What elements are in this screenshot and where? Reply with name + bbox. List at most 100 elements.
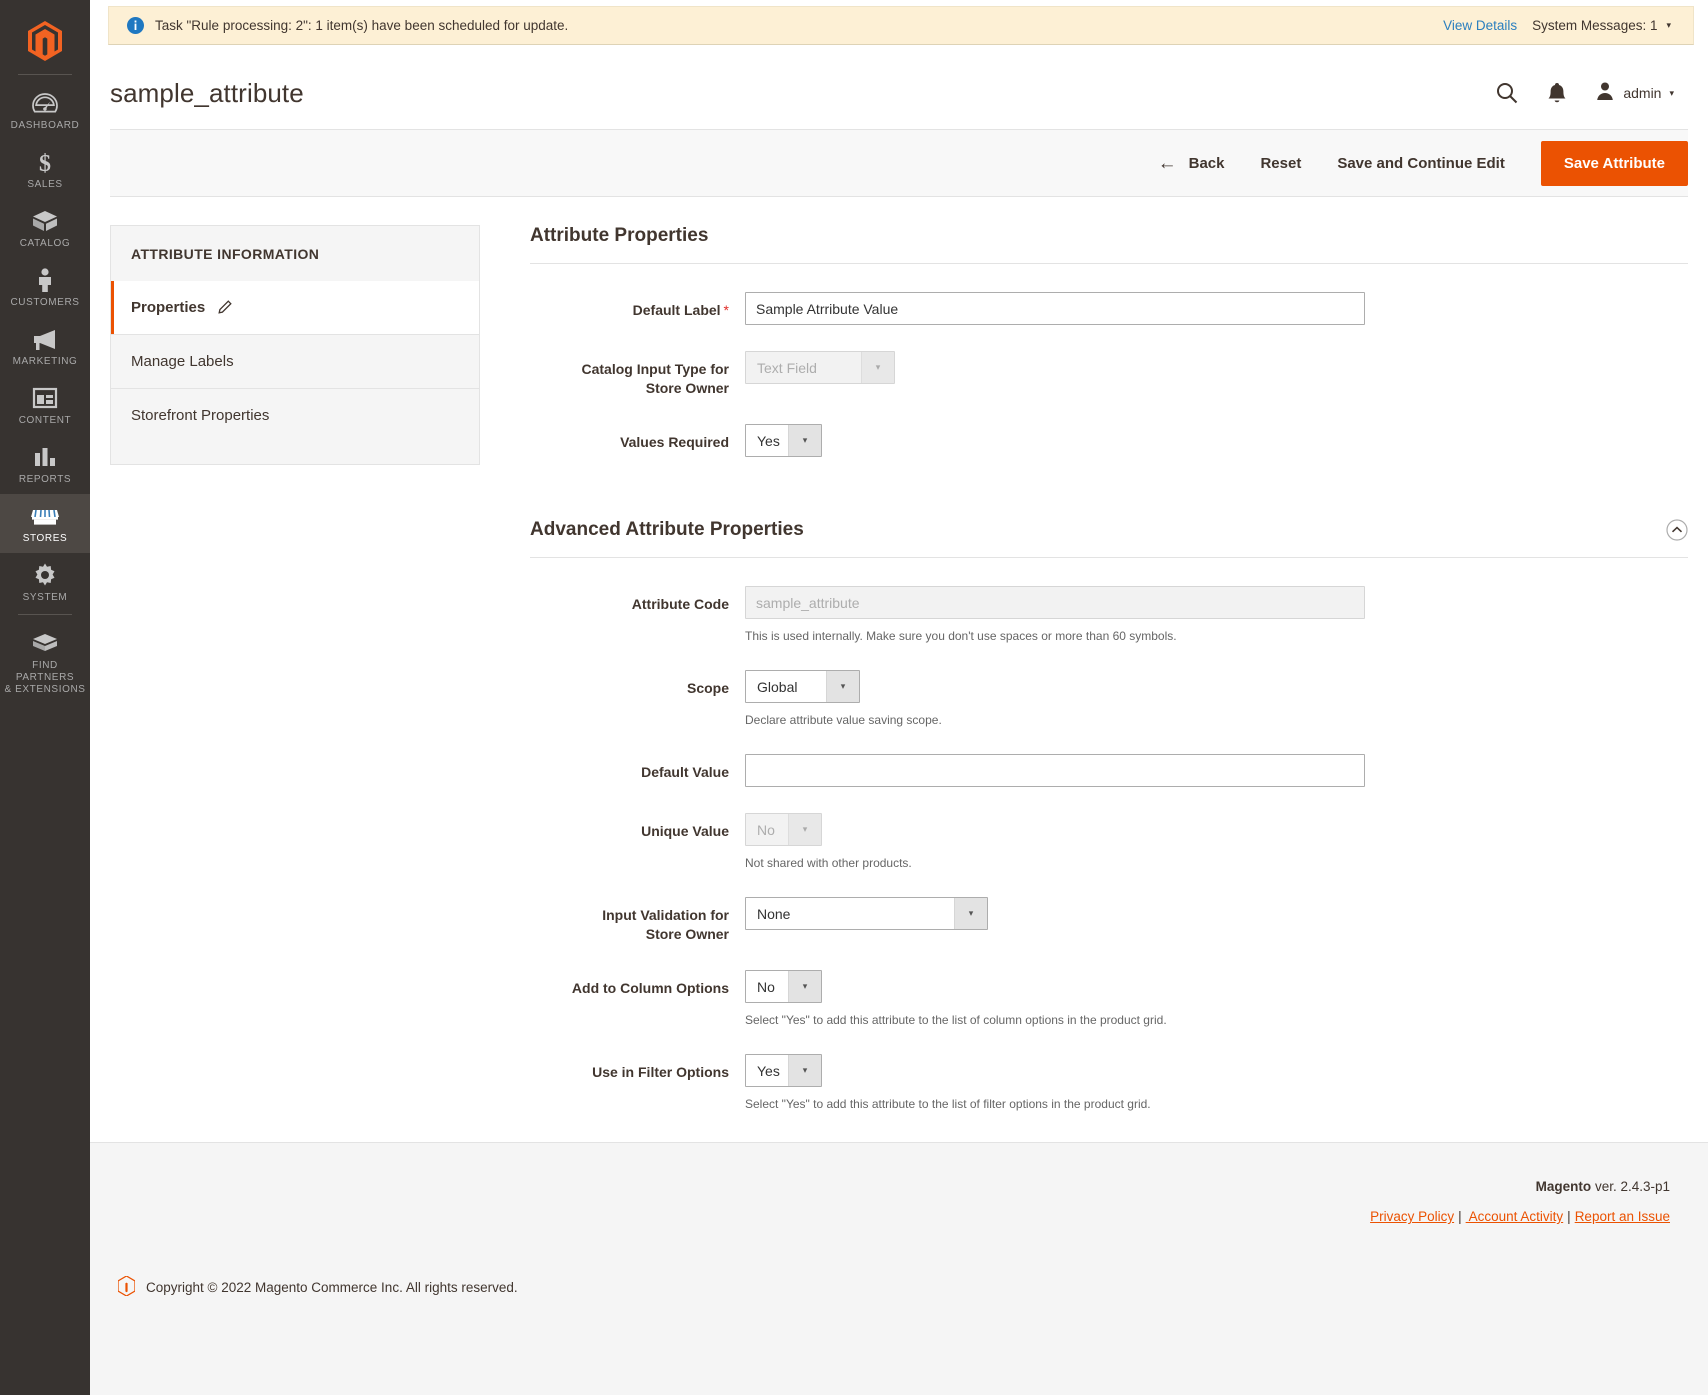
tab-storefront-properties-label: Storefront Properties (131, 407, 269, 424)
magento-logo[interactable] (28, 10, 62, 72)
label-line-2: Store Owner (646, 380, 729, 396)
chevron-down-icon: ▾ (861, 352, 894, 383)
unique-value-control: No ▾ Not shared with other products. (745, 813, 1688, 871)
sidebar-item-content[interactable]: Content (0, 376, 90, 435)
required-asterisk: * (724, 302, 729, 318)
save-and-continue-edit-button[interactable]: Save and Continue Edit (1319, 147, 1523, 180)
select-value: Yes (746, 425, 788, 456)
label-line-1: Catalog Input Type for (581, 361, 729, 377)
chevron-down-icon[interactable]: ▾ (1666, 20, 1671, 31)
field-default-value: Default Value (530, 754, 1688, 787)
admin-menu[interactable]: admin ▾ (1595, 81, 1674, 106)
tab-manage-labels[interactable]: Manage Labels (111, 334, 479, 388)
add-to-column-options-note: Select "Yes" to add this attribute to th… (745, 1012, 1688, 1028)
default-value-input[interactable] (745, 754, 1365, 787)
add-to-column-options-control: No ▾ Select "Yes" to add this attribute … (745, 970, 1688, 1028)
scope-select[interactable]: Global ▾ (745, 670, 860, 703)
catalog-input-type-control: Text Field ▾ (745, 351, 1688, 398)
values-required-select[interactable]: Yes ▾ (745, 424, 822, 457)
search-icon[interactable] (1495, 81, 1519, 105)
back-arrow-icon: ← (1158, 154, 1177, 173)
magento-footer-icon (118, 1276, 135, 1299)
reset-button[interactable]: Reset (1242, 147, 1319, 180)
sidebar-item-find-partners-extensions[interactable]: Find Partners & Extensions (0, 621, 90, 704)
footer-link-divider: | (1458, 1209, 1462, 1224)
add-to-column-options-select[interactable]: No ▾ (745, 970, 822, 1003)
unique-value-label: Unique Value (530, 813, 745, 871)
field-add-to-column-options: Add to Column Options No ▾ Select "Yes" … (530, 970, 1688, 1028)
select-value: No (746, 814, 788, 845)
privacy-policy-link[interactable]: Privacy Policy (1370, 1209, 1454, 1224)
save-attribute-button[interactable]: Save Attribute (1541, 141, 1688, 186)
select-value: No (746, 971, 788, 1002)
field-scope: Scope Global ▾ Declare attribute value s… (530, 670, 1688, 728)
system-message-bar: Task "Rule processing: 2": 1 item(s) hav… (108, 6, 1694, 45)
bell-icon[interactable] (1547, 81, 1567, 105)
layout-icon (32, 385, 58, 411)
sidebar-item-reports[interactable]: Reports (0, 435, 90, 494)
default-value-label: Default Value (530, 754, 745, 787)
report-an-issue-link[interactable]: Report an Issue (1575, 1209, 1670, 1224)
sidebar-item-sales[interactable]: $ Sales (0, 140, 90, 199)
scope-note: Declare attribute value saving scope. (745, 712, 1688, 728)
attribute-information-panel: Attribute Information Properties Manage … (110, 225, 480, 1153)
back-button[interactable]: ← Back (1140, 146, 1243, 181)
field-unique-value: Unique Value No ▾ Not shared with other … (530, 813, 1688, 871)
attribute-information-tabs: Properties Manage Labels Storefront Prop… (110, 281, 480, 465)
megaphone-icon (31, 326, 59, 352)
admin-page: Dashboard $ Sales Catalog Customers Mark… (0, 0, 1708, 1395)
field-attribute-code: Attribute Code This is used internally. … (530, 586, 1688, 644)
chevron-up-circle-icon[interactable] (1666, 519, 1688, 541)
sidebar-item-dashboard[interactable]: Dashboard (0, 81, 90, 140)
system-messages-counter[interactable]: System Messages: 1 (1532, 18, 1657, 33)
sidebar: Dashboard $ Sales Catalog Customers Mark… (0, 0, 90, 1395)
sidebar-item-label: Dashboard (11, 120, 80, 132)
use-in-filter-options-label: Use in Filter Options (530, 1054, 745, 1112)
sidebar-item-system[interactable]: System (0, 553, 90, 612)
input-validation-control: None ▾ (745, 897, 1688, 944)
partners-box-icon (31, 630, 59, 656)
section-title-label: Advanced Attribute Properties (530, 519, 804, 541)
default-label-input[interactable] (745, 292, 1365, 325)
sidebar-item-catalog[interactable]: Catalog (0, 199, 90, 258)
sidebar-item-label: Customers (10, 297, 79, 309)
values-required-label: Values Required (530, 424, 745, 457)
sidebar-item-stores[interactable]: Stores (0, 494, 90, 553)
input-validation-label: Input Validation for Store Owner (530, 897, 745, 944)
info-icon (127, 17, 144, 34)
tab-storefront-properties[interactable]: Storefront Properties (111, 388, 479, 442)
footer-link-divider: | (1567, 1209, 1571, 1224)
attribute-code-input (745, 586, 1365, 619)
sidebar-item-customers[interactable]: Customers (0, 258, 90, 317)
input-validation-select[interactable]: None ▾ (745, 897, 988, 930)
field-default-label: Default Label* (530, 292, 1688, 325)
use-in-filter-options-select[interactable]: Yes ▾ (745, 1054, 822, 1087)
account-activity-link[interactable]: Account Activity (1466, 1209, 1564, 1224)
gear-icon (32, 562, 58, 588)
tab-properties[interactable]: Properties (111, 281, 479, 334)
catalog-input-type-select: Text Field ▾ (745, 351, 895, 384)
page-header: sample_attribute admin ▾ (90, 45, 1708, 117)
select-value: Text Field (746, 352, 861, 383)
attribute-code-control: This is used internally. Make sure you d… (745, 586, 1688, 644)
view-details-link[interactable]: View Details (1443, 18, 1517, 33)
tab-properties-label: Properties (131, 299, 205, 316)
footer-copyright-text: Copyright © 2022 Magento Commerce Inc. A… (146, 1280, 518, 1295)
page-footer: Copyright © 2022 Magento Commerce Inc. A… (90, 1142, 1708, 1395)
store-icon (30, 503, 60, 529)
sidebar-item-label: Catalog (20, 238, 71, 250)
scope-label: Scope (530, 670, 745, 728)
unique-value-select: No ▾ (745, 813, 822, 846)
admin-name-label: admin (1623, 85, 1661, 101)
sidebar-item-marketing[interactable]: Marketing (0, 317, 90, 376)
back-button-label: Back (1189, 155, 1225, 172)
chevron-down-icon: ▾ (954, 898, 987, 929)
footer-version-label: ver. 2.4.3-p1 (1595, 1179, 1670, 1194)
page-actions-toolbar: ← Back Reset Save and Continue Edit Save… (110, 129, 1688, 197)
chevron-down-icon: ▾ (788, 1055, 821, 1086)
footer-brand-label: Magento (1536, 1179, 1592, 1194)
label-line-1: Input Validation for (602, 907, 729, 923)
unique-value-note: Not shared with other products. (745, 855, 1688, 871)
default-label-control (745, 292, 1688, 325)
sidebar-item-label: Content (19, 415, 72, 427)
